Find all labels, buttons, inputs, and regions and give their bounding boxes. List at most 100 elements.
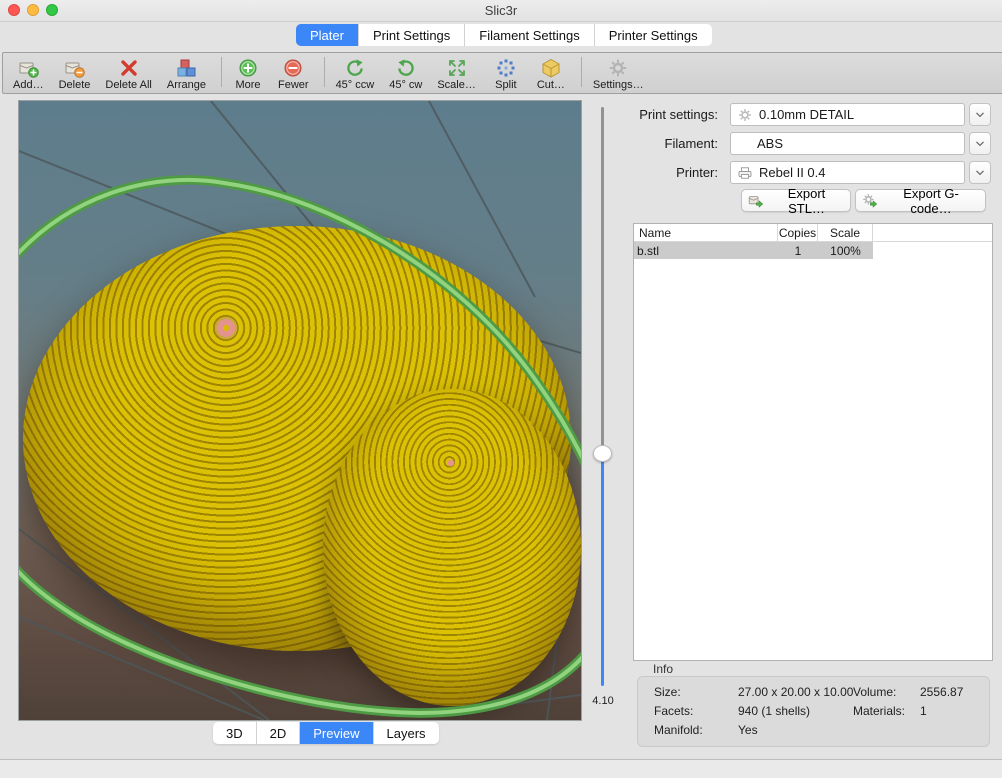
toolbar-delete-button[interactable]: Delete — [59, 57, 91, 91]
skirt-loop — [19, 101, 581, 720]
print-settings-value: 0.10mm DETAIL — [759, 107, 854, 122]
filament-label: Filament: — [560, 136, 718, 151]
info-materials-label: Materials: — [853, 704, 905, 718]
layer-slider-value: 4.10 — [585, 695, 621, 707]
export-stl-label: Export STL… — [769, 186, 844, 216]
view-tab-bar: 3D 2D Preview Layers — [213, 722, 439, 744]
info-size-value: 27.00 x 20.00 x 10.00 — [738, 685, 853, 699]
preview-3d-viewport[interactable] — [18, 100, 582, 721]
info-section-title: Info — [653, 662, 673, 676]
tab-filament-settings[interactable]: Filament Settings — [464, 24, 593, 46]
printer-select[interactable]: Rebel II 0.4 — [730, 161, 965, 184]
info-manifold-label: Manifold: — [654, 723, 703, 737]
window-title: Slic3r — [0, 3, 1002, 18]
layer-slider-track[interactable] — [601, 107, 604, 454]
tab-print-settings[interactable]: Print Settings — [358, 24, 464, 46]
toolbar-scale-button[interactable]: Scale… — [437, 57, 476, 91]
toolbar-add-label: Add… — [13, 79, 44, 91]
toolbar-settings-button[interactable]: Settings… — [593, 57, 644, 91]
split-icon — [495, 57, 517, 79]
table-row[interactable]: b.stl 1 100% — [634, 242, 992, 259]
print-settings-label: Print settings: — [560, 107, 718, 122]
printer-value: Rebel II 0.4 — [759, 165, 826, 180]
info-volume-value: 2556.87 — [920, 685, 963, 699]
toolbar-fewer-label: Fewer — [278, 79, 309, 91]
tab-printer-settings[interactable]: Printer Settings — [594, 24, 712, 46]
column-header-copies[interactable]: Copies — [778, 224, 818, 241]
toolbar-cut-button[interactable]: Cut… — [536, 57, 566, 91]
column-header-name[interactable]: Name — [634, 224, 778, 241]
titlebar: Slic3r — [0, 0, 1002, 22]
filament-value: ABS — [757, 136, 783, 151]
export-stl-button[interactable]: Export STL… — [741, 189, 851, 212]
column-header-scale[interactable]: Scale — [818, 224, 873, 241]
object-list-header: Name Copies Scale — [634, 224, 992, 242]
toolbar-more-button[interactable]: More — [233, 57, 263, 91]
tab-layers[interactable]: Layers — [373, 722, 439, 744]
toolbar-cut-label: Cut… — [537, 79, 565, 91]
printer-icon — [737, 165, 753, 181]
row-name-cell: b.stl — [634, 244, 778, 258]
toolbar-delete-all-button[interactable]: Delete All — [105, 57, 151, 91]
object-list: Name Copies Scale b.stl 1 100% — [633, 223, 993, 661]
printer-dropdown-button[interactable] — [969, 161, 991, 184]
settings-gear-icon — [607, 57, 629, 79]
tab-3d[interactable]: 3D — [213, 722, 256, 744]
toolbar-rotate-ccw-label: 45° ccw — [336, 79, 375, 91]
export-gcode-icon — [862, 193, 878, 209]
slic3r-window: Slic3r Plater Print Settings Filament Se… — [0, 0, 1002, 778]
toolbar-fewer-button[interactable]: Fewer — [278, 57, 309, 91]
toolbar-rotate-ccw-button[interactable]: 45° ccw — [336, 57, 375, 91]
info-facets-label: Facets: — [654, 704, 693, 718]
toolbar-delete-label: Delete — [59, 79, 91, 91]
info-materials-value: 1 — [920, 704, 927, 718]
add-object-icon — [17, 57, 39, 79]
export-stl-icon — [748, 193, 764, 209]
toolbar-rotate-cw-button[interactable]: 45° cw — [389, 57, 422, 91]
info-panel: Size: 27.00 x 20.00 x 10.00 Volume: 2556… — [637, 676, 990, 747]
tab-2d[interactable]: 2D — [256, 722, 300, 744]
fewer-copies-icon — [282, 57, 304, 79]
gear-icon — [737, 107, 753, 123]
info-volume-label: Volume: — [853, 685, 896, 699]
export-gcode-label: Export G-code… — [883, 186, 979, 216]
toolbar-separator — [324, 57, 325, 87]
info-manifold-value: Yes — [738, 723, 758, 737]
toolbar-separator — [221, 57, 222, 87]
arrange-icon — [175, 57, 197, 79]
toolbar-arrange-label: Arrange — [167, 79, 206, 91]
more-copies-icon — [237, 57, 259, 79]
chevron-down-icon — [973, 108, 987, 122]
toolbar-arrange-button[interactable]: Arrange — [167, 57, 206, 91]
status-bar — [0, 759, 1002, 778]
toolbar-delete-all-label: Delete All — [105, 79, 151, 91]
filament-select[interactable]: ABS — [730, 132, 965, 155]
info-facets-value: 940 (1 shells) — [738, 704, 810, 718]
chevron-down-icon — [973, 137, 987, 151]
export-gcode-button[interactable]: Export G-code… — [855, 189, 986, 212]
rotate-cw-icon — [395, 57, 417, 79]
toolbar: Add… Delete Delete All Arrange More — [2, 52, 1002, 94]
layer-slider-thumb[interactable] — [593, 445, 612, 462]
tab-plater[interactable]: Plater — [296, 24, 358, 46]
layer-slider-track-filled[interactable] — [601, 454, 604, 686]
filament-dropdown-button[interactable] — [969, 132, 991, 155]
toolbar-more-label: More — [235, 79, 260, 91]
row-scale-cell: 100% — [818, 244, 873, 258]
delete-object-icon — [63, 57, 85, 79]
column-header-filler — [873, 224, 992, 241]
cut-icon — [540, 57, 562, 79]
toolbar-scale-label: Scale… — [437, 79, 476, 91]
scale-icon — [446, 57, 468, 79]
toolbar-add-button[interactable]: Add… — [13, 57, 44, 91]
print-settings-select[interactable]: 0.10mm DETAIL — [730, 103, 965, 126]
toolbar-rotate-cw-label: 45° cw — [389, 79, 422, 91]
toolbar-separator — [581, 57, 582, 87]
toolbar-settings-label: Settings… — [593, 79, 644, 91]
info-size-label: Size: — [654, 685, 681, 699]
toolbar-split-button[interactable]: Split — [491, 57, 521, 91]
print-settings-dropdown-button[interactable] — [969, 103, 991, 126]
tab-preview[interactable]: Preview — [299, 722, 372, 744]
delete-all-icon — [118, 57, 140, 79]
row-copies-cell: 1 — [778, 244, 818, 258]
